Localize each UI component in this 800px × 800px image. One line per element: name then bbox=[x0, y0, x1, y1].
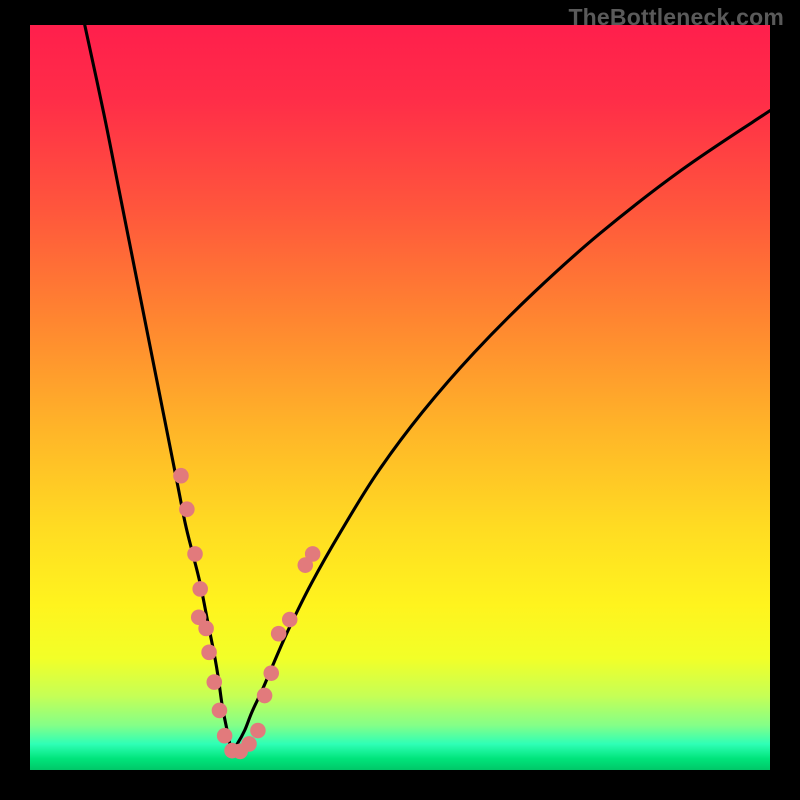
trough-marker bbox=[257, 688, 273, 704]
trough-markers bbox=[173, 468, 320, 759]
curve-right-branch bbox=[231, 111, 770, 752]
trough-marker bbox=[282, 612, 298, 628]
chart-frame bbox=[30, 25, 770, 770]
trough-marker bbox=[212, 703, 228, 719]
trough-marker bbox=[198, 621, 214, 637]
trough-marker bbox=[217, 728, 233, 744]
bottleneck-curve bbox=[85, 25, 770, 751]
trough-marker bbox=[263, 665, 279, 681]
trough-marker bbox=[271, 626, 287, 642]
curve-left-branch bbox=[85, 25, 232, 751]
plot-area bbox=[30, 25, 770, 770]
trough-marker bbox=[179, 501, 195, 517]
trough-marker bbox=[187, 546, 203, 562]
trough-marker bbox=[241, 736, 257, 752]
trough-marker bbox=[201, 644, 217, 660]
trough-marker bbox=[173, 468, 189, 484]
trough-marker bbox=[250, 723, 266, 739]
trough-marker bbox=[192, 581, 208, 597]
watermark-text: TheBottleneck.com bbox=[568, 4, 784, 31]
trough-marker bbox=[206, 674, 222, 690]
chart-overlay bbox=[30, 25, 770, 770]
trough-marker bbox=[305, 546, 321, 562]
